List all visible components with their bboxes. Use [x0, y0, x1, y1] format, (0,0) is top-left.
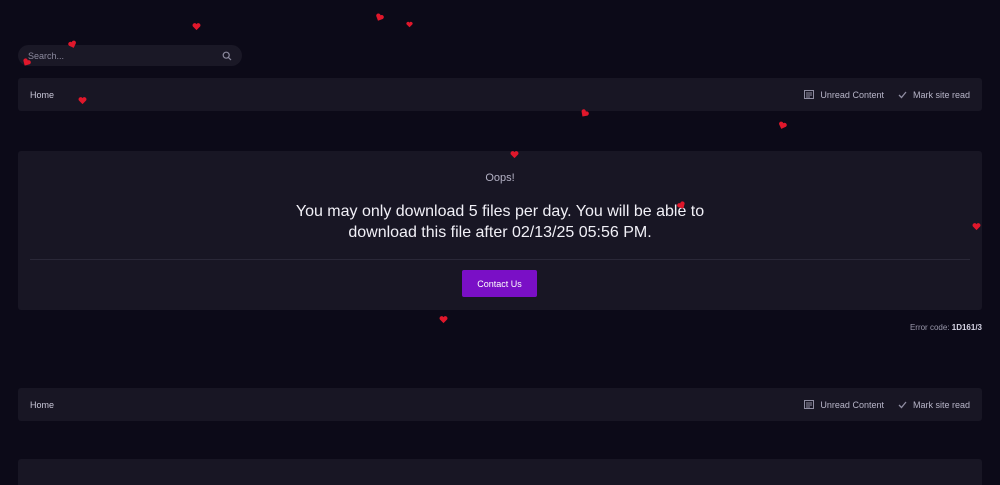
- page: Home Unread Content Mark site read Oops!…: [0, 0, 1000, 485]
- mark-site-read-link-bottom[interactable]: Mark site read: [898, 400, 970, 410]
- search-bar[interactable]: [18, 45, 242, 66]
- heart-icon: [78, 97, 87, 105]
- unread-content-label-bottom: Unread Content: [820, 399, 884, 410]
- mark-site-read-label-bottom: Mark site read: [912, 399, 970, 410]
- unread-content-label: Unread Content: [820, 89, 884, 100]
- check-icon: [898, 401, 907, 408]
- content-panel-bottom: [18, 459, 982, 485]
- mark-site-read-label: Mark site read: [912, 89, 970, 100]
- unread-content-link-bottom[interactable]: Unread Content: [804, 400, 884, 410]
- mark-site-read-link[interactable]: Mark site read: [898, 90, 970, 100]
- divider: [30, 259, 970, 260]
- heart-icon: [972, 223, 981, 231]
- breadcrumb-home-link[interactable]: Home: [30, 90, 54, 100]
- search-icon[interactable]: [221, 50, 232, 61]
- heart-icon: [406, 21, 413, 28]
- nav-actions-bottom: Unread Content Mark site read: [804, 400, 970, 410]
- error-code: Error code: 1D161/3: [910, 323, 982, 332]
- error-message-line-2: download this file after 02/13/25 05:56 …: [348, 224, 652, 241]
- newspaper-icon: [804, 400, 815, 409]
- heart-icon: [439, 316, 448, 324]
- heart-icon: [192, 23, 201, 31]
- nav-actions: Unread Content Mark site read: [804, 90, 970, 100]
- newspaper-icon: [804, 90, 815, 99]
- unread-content-link[interactable]: Unread Content: [804, 90, 884, 100]
- breadcrumb-bar-bottom: Home Unread Content Mark site read: [18, 388, 982, 421]
- check-icon: [898, 91, 907, 98]
- search-input[interactable]: [28, 50, 221, 61]
- error-panel: Oops! You may only download 5 files per …: [18, 151, 982, 310]
- error-heading: Oops!: [485, 172, 515, 184]
- heart-icon: [510, 151, 519, 159]
- heart-icon: [376, 13, 384, 21]
- error-message: You may only download 5 files per day. Y…: [18, 201, 982, 243]
- error-message-line-1: You may only download 5 files per day. Y…: [295, 203, 705, 220]
- breadcrumb-home-link-bottom[interactable]: Home: [30, 400, 54, 410]
- contact-us-button[interactable]: Contact Us: [462, 270, 537, 297]
- breadcrumb-bar-top: Home Unread Content Mark site read: [18, 78, 982, 111]
- heart-icon: [779, 121, 787, 129]
- error-code-value: 1D161/3: [951, 323, 982, 332]
- error-code-label: Error code:: [909, 323, 950, 332]
